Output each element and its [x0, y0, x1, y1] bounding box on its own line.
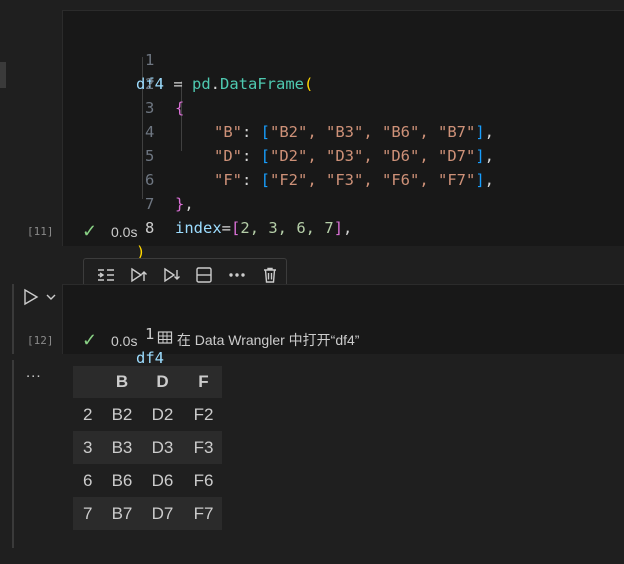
table-header-cell: D — [140, 366, 185, 398]
table-index-cell: 3 — [73, 431, 104, 464]
code-token: "F" — [214, 171, 242, 189]
code-token: , — [343, 219, 353, 237]
code-line: 5 "F": ["F2", "F3", "F6", "F7"], — [63, 120, 494, 189]
table-cell: B7 — [104, 497, 140, 530]
line-number: 4 — [144, 123, 155, 141]
run-cell-button[interactable] — [23, 288, 45, 308]
table-cell: D3 — [140, 431, 185, 464]
table-index-cell: 7 — [73, 497, 104, 530]
code-token: ] — [475, 147, 485, 165]
execution-time: 0.0s — [110, 333, 138, 349]
cell-focus-bar — [12, 284, 14, 354]
execution-count: [11] — [27, 225, 54, 238]
table-cell: B6 — [104, 464, 140, 497]
table-cell: F3 — [185, 431, 222, 464]
table-row: 3 B3 D3 F3 — [73, 431, 222, 464]
code-token: "F2", "F3", "F6", "F7" — [270, 171, 476, 189]
code-token: = — [164, 75, 192, 93]
code-cell-1-editor[interactable]: 1 df4 = pd.DataFrame( 2 { 3 "B": ["B2", … — [62, 10, 624, 261]
code-line: 3 "B": ["B2", "B3", "B6", "B7"], — [63, 72, 494, 141]
output-focus-bar — [12, 360, 14, 548]
table-header-cell: F — [185, 366, 222, 398]
code-line: 4 "D": ["D2", "D3", "D6", "D7"], — [63, 96, 494, 165]
code-token: , — [484, 123, 495, 141]
code-token: [ — [231, 219, 241, 237]
line-number: 2 — [144, 75, 155, 93]
code-line: 1 df4 = pd.DataFrame( — [63, 24, 313, 93]
code-token: ( — [304, 75, 314, 93]
table-cell: F2 — [185, 398, 222, 431]
dataframe-output-table: B D F 2 B2 D2 F2 3 B3 D3 F3 6 B6 D6 F6 7… — [73, 366, 222, 530]
table-cell: F6 — [185, 464, 222, 497]
table-cell: D2 — [140, 398, 185, 431]
code-line: 2 { — [63, 48, 184, 117]
play-icon — [24, 288, 39, 306]
table-cell: F7 — [185, 497, 222, 530]
code-token: [ — [260, 147, 271, 165]
line-number: 3 — [144, 99, 155, 117]
code-token: } — [175, 195, 185, 213]
table-index-cell: 2 — [73, 398, 104, 431]
code-token: DataFrame — [220, 75, 305, 93]
table-cell: D7 — [140, 497, 185, 530]
line-number: 7 — [144, 195, 155, 213]
code-token: : — [242, 123, 261, 141]
open-in-data-wrangler-link[interactable]: 在 Data Wrangler 中打开“df4” — [157, 328, 359, 352]
execution-time: 0.0s — [110, 224, 138, 240]
code-token: { — [175, 99, 185, 117]
execution-count: [12] — [27, 334, 54, 347]
table-row: 2 B2 D2 F2 — [73, 398, 222, 431]
table-cell: B3 — [104, 431, 140, 464]
code-line: 1 df4 — [63, 298, 164, 367]
code-token: "D" — [214, 147, 242, 165]
code-token: "D2", "D3", "D6", "D7" — [270, 147, 476, 165]
code-line: 8 ) — [63, 192, 154, 261]
table-row: 7 B7 D7 F7 — [73, 497, 222, 530]
code-token: "B" — [214, 123, 242, 141]
cell-status: ✓ 0.0s — [82, 328, 137, 352]
code-token: ] — [475, 123, 485, 141]
data-wrangler-icon — [157, 329, 173, 353]
code-token: ] — [333, 219, 344, 237]
table-row: 6 B6 D6 F6 — [73, 464, 222, 497]
run-options-chevron-down-icon[interactable] — [45, 290, 59, 304]
table-header-cell: B — [104, 366, 140, 398]
code-token: ] — [475, 171, 485, 189]
code-token: "B2", "B3", "B6", "B7" — [270, 123, 476, 141]
line-number: 1 — [144, 51, 155, 69]
code-line: 7 index=[2, 3, 6, 7], — [63, 168, 352, 237]
table-cell: D6 — [140, 464, 185, 497]
code-token: = — [221, 219, 232, 237]
code-token: [ — [260, 123, 271, 141]
output-more-button[interactable]: ... — [26, 364, 42, 381]
code-token: , — [184, 195, 194, 213]
table-index-cell: 6 — [73, 464, 104, 497]
code-token: , — [484, 147, 495, 165]
code-token: index — [175, 219, 222, 237]
table-header-cell — [73, 366, 104, 398]
line-number: 6 — [144, 171, 155, 189]
code-token: [ — [260, 171, 271, 189]
line-number: 5 — [144, 147, 155, 165]
code-token: , — [484, 171, 495, 189]
code-token: . — [210, 75, 221, 93]
success-check-icon: ✓ — [82, 330, 98, 350]
code-token: pd — [192, 75, 211, 93]
success-check-icon: ✓ — [82, 221, 98, 241]
cell-status: ✓ 0.0s — [82, 219, 137, 243]
code-token: : — [242, 171, 261, 189]
table-cell: B2 — [104, 398, 140, 431]
code-token: 2, 3, 6, 7 — [240, 219, 334, 237]
gutter-marker — [0, 62, 6, 88]
open-in-wrangler-label: 在 Data Wrangler 中打开“df4” — [176, 332, 360, 348]
code-line: 6 }, — [63, 144, 194, 213]
code-token: : — [242, 147, 261, 165]
